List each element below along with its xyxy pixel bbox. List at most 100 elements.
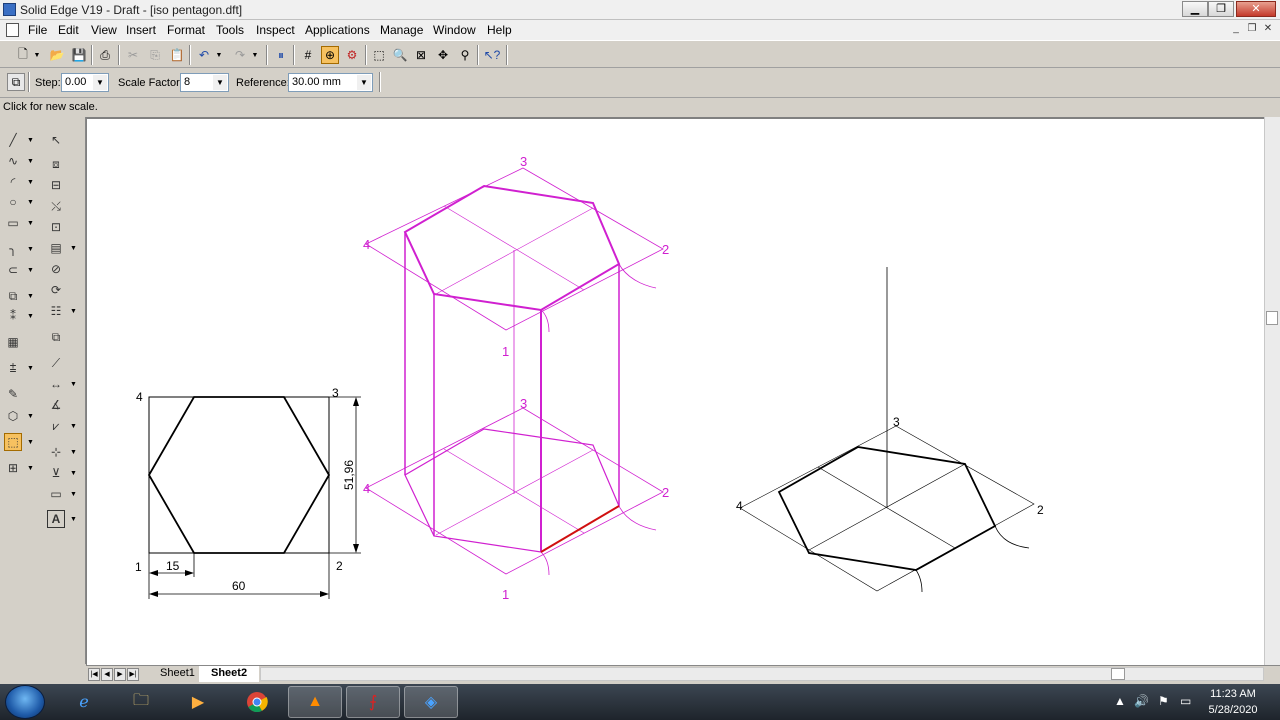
- arc-icon[interactable]: ◜: [4, 173, 22, 191]
- isometric-prism-view[interactable]: [365, 167, 664, 576]
- reference-dropdown-icon[interactable]: ▼: [357, 75, 371, 90]
- angle-dimension-icon[interactable]: ∡: [47, 396, 65, 414]
- rectangle-icon[interactable]: ▭: [4, 214, 22, 232]
- circle-dropdown-icon[interactable]: ▼: [27, 199, 34, 206]
- media-player-icon[interactable]: ▶: [171, 686, 225, 718]
- print-icon[interactable]: ⎙: [96, 46, 114, 64]
- callout-dropdown-icon[interactable]: ▼: [70, 423, 77, 430]
- maximize-button[interactable]: ❐: [1208, 1, 1234, 17]
- step-combo[interactable]: 0.00 ▼: [61, 73, 109, 92]
- doc-minimize-button[interactable]: _: [1228, 23, 1244, 37]
- insert-object-icon[interactable]: ⊞: [4, 459, 22, 477]
- line-icon[interactable]: ╱: [4, 131, 22, 149]
- network-icon[interactable]: ⚑: [1158, 694, 1169, 708]
- menu-applications[interactable]: Applications: [305, 23, 370, 37]
- fillet-dropdown-icon[interactable]: ▼: [27, 246, 34, 253]
- text-dropdown-icon[interactable]: ▼: [70, 516, 77, 523]
- broken-view-icon[interactable]: ▤: [47, 239, 65, 257]
- parts-list-dropdown-icon[interactable]: ▼: [70, 308, 77, 315]
- feature-control-dropdown-icon[interactable]: ▼: [70, 491, 77, 498]
- explorer-icon[interactable]: 🗀: [114, 686, 168, 718]
- doc-restore-button[interactable]: ❐: [1244, 23, 1260, 37]
- next-sheet-button[interactable]: ▶: [114, 668, 126, 681]
- fill-icon[interactable]: ▦: [4, 333, 22, 351]
- grid-icon[interactable]: #: [299, 46, 317, 64]
- text-box-icon[interactable]: ✎: [4, 385, 22, 403]
- doc-close-button[interactable]: ✕: [1260, 23, 1276, 37]
- detail-view-icon[interactable]: ⊘: [47, 260, 65, 278]
- ie-icon[interactable]: ℯ: [57, 686, 111, 718]
- new-icon[interactable]: 🗋: [14, 46, 32, 64]
- drawing-svg[interactable]: 4 3 1 2 51,96 15 60 3 4 2 1 3 4 2 1 3 4 …: [87, 119, 1265, 667]
- first-sheet-button[interactable]: |◀: [88, 668, 100, 681]
- menu-inspect[interactable]: Inspect: [256, 23, 295, 37]
- undo-dropdown-icon[interactable]: ▼: [214, 46, 224, 64]
- auxiliary-view-icon[interactable]: ⤯: [47, 197, 65, 215]
- select-scale-dropdown-icon[interactable]: ▼: [27, 439, 34, 446]
- vlc-icon[interactable]: ▲: [288, 686, 342, 718]
- sheet-tab-2[interactable]: Sheet2: [199, 666, 260, 682]
- weld-symbol-dropdown-icon[interactable]: ▼: [70, 470, 77, 477]
- part-view-dropdown-icon[interactable]: ▼: [27, 413, 34, 420]
- drawing-sheet[interactable]: 4 3 1 2 51,96 15 60 3 4 2 1 3 4 2 1 3 4 …: [86, 117, 1264, 665]
- menu-help[interactable]: Help: [487, 23, 512, 37]
- cut-icon[interactable]: ✂: [124, 46, 142, 64]
- close-button[interactable]: ✕: [1236, 1, 1276, 17]
- menu-edit[interactable]: Edit: [58, 23, 79, 37]
- menu-tools[interactable]: Tools: [216, 23, 244, 37]
- relation-icon[interactable]: ⩲: [4, 359, 22, 377]
- parts-list-icon[interactable]: ☷: [47, 302, 65, 320]
- distance-dimension-icon[interactable]: ↔: [47, 375, 65, 393]
- paste-icon[interactable]: 📋: [168, 46, 186, 64]
- curve-dropdown-icon[interactable]: ▼: [27, 158, 34, 165]
- callout-icon[interactable]: ⩗: [47, 417, 65, 435]
- line-dropdown-icon[interactable]: ▼: [27, 137, 34, 144]
- trim-icon[interactable]: ⊂: [4, 261, 22, 279]
- menu-format[interactable]: Format: [167, 23, 205, 37]
- rectangle-dropdown-icon[interactable]: ▼: [27, 220, 34, 227]
- weld-symbol-icon[interactable]: ⊻: [47, 464, 65, 482]
- text-icon[interactable]: A: [47, 510, 65, 528]
- save-icon[interactable]: 💾: [70, 46, 88, 64]
- scale-factor-combo[interactable]: 8 ▼: [180, 73, 229, 92]
- solid-edge-app-icon[interactable]: [3, 3, 16, 16]
- menu-manage[interactable]: Manage: [380, 23, 423, 37]
- fillet-icon[interactable]: ╮: [4, 240, 22, 258]
- inspect-icon[interactable]: ⚲: [456, 46, 474, 64]
- highlighted-edge[interactable]: [540, 505, 620, 553]
- view-wizard-icon[interactable]: ⧈: [47, 155, 65, 173]
- acrobat-icon[interactable]: ⨍: [346, 686, 400, 718]
- arc-dropdown-icon[interactable]: ▼: [27, 179, 34, 186]
- broken-view-dropdown-icon[interactable]: ▼: [70, 245, 77, 252]
- redo-dropdown-icon[interactable]: ▼: [250, 46, 260, 64]
- vertical-scroll-thumb[interactable]: [1266, 311, 1278, 325]
- menu-file[interactable]: File: [28, 23, 47, 37]
- distance-dimension-dropdown-icon[interactable]: ▼: [70, 381, 77, 388]
- start-button[interactable]: [5, 685, 45, 719]
- clock-date[interactable]: 5/28/2020: [1206, 704, 1260, 716]
- solid-edge-icon[interactable]: ◈: [404, 686, 458, 718]
- insert-object-dropdown-icon[interactable]: ▼: [27, 465, 34, 472]
- zoom-icon[interactable]: 🔍: [391, 46, 409, 64]
- help-pointer-icon[interactable]: ↖?: [483, 46, 501, 64]
- drawing-view-icon[interactable]: ⧉: [47, 328, 65, 346]
- curve-icon[interactable]: ∿: [4, 152, 22, 170]
- vertical-scrollbar[interactable]: [1264, 117, 1280, 665]
- update-views-icon[interactable]: ⟳: [47, 281, 65, 299]
- document-icon[interactable]: [6, 23, 19, 37]
- section-view-icon[interactable]: ⊡: [47, 218, 65, 236]
- fit-icon[interactable]: ⊠: [412, 46, 430, 64]
- horizontal-scrollbar[interactable]: [260, 667, 1264, 681]
- action-center-icon[interactable]: ▭: [1180, 694, 1191, 708]
- mirror-icon[interactable]: ⁑: [4, 307, 22, 325]
- isometric-hexagon-view[interactable]: [739, 267, 1035, 593]
- new-dropdown-icon[interactable]: ▼: [32, 46, 42, 64]
- clock-time[interactable]: 11:23 AM: [1208, 688, 1258, 700]
- center-mark-dropdown-icon[interactable]: ▼: [70, 449, 77, 456]
- horizontal-scroll-thumb[interactable]: [1111, 668, 1125, 680]
- scale-drawing-icon[interactable]: ⊕: [321, 46, 339, 64]
- select-pointer-icon[interactable]: ↖: [47, 131, 65, 149]
- minimize-button[interactable]: ▁: [1182, 1, 1208, 17]
- select-scale-icon[interactable]: ⬚: [4, 433, 22, 451]
- chrome-icon[interactable]: [230, 686, 284, 718]
